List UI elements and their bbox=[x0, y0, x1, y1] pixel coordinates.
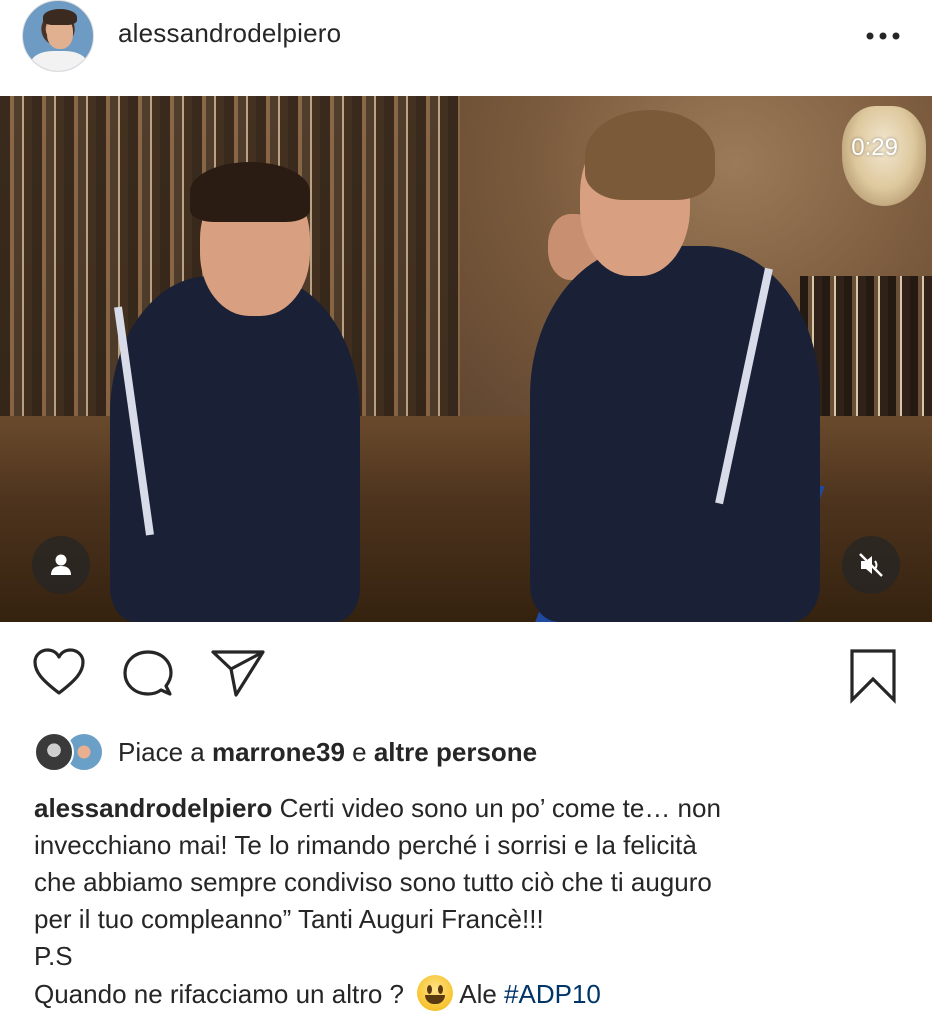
caption-username[interactable]: alessandrodelpiero bbox=[34, 793, 272, 823]
caption-line: per il tuo compleanno” Tanti Auguri Fran… bbox=[34, 904, 544, 934]
video-timer: 0:29 bbox=[851, 134, 898, 161]
profile-avatar[interactable] bbox=[22, 0, 94, 72]
user-tag-button[interactable] bbox=[32, 536, 90, 594]
video-hair-left bbox=[190, 162, 310, 222]
smiley-emoji-icon bbox=[417, 975, 454, 1011]
likes-prefix: Piace a bbox=[118, 736, 212, 767]
liker-avatar bbox=[34, 732, 74, 772]
avatar-shirt bbox=[31, 51, 87, 71]
send-icon[interactable] bbox=[210, 648, 266, 703]
caption-line: che abbiamo sempre condiviso sono tutto … bbox=[34, 867, 712, 897]
more-horizontal-icon[interactable] bbox=[866, 22, 900, 42]
likes-text: Piace a marrone39 e altre persone bbox=[118, 737, 537, 768]
avatar-hair bbox=[43, 9, 77, 25]
caption-text: Certi video sono un po’ come te… non bbox=[272, 793, 721, 823]
video-hair-right bbox=[585, 110, 715, 200]
caption-line: invecchiano mai! Te lo rimando perché i … bbox=[34, 830, 697, 860]
likes-row[interactable]: Piace a marrone39 e altre persone bbox=[34, 730, 537, 774]
video-person-right bbox=[530, 246, 820, 622]
post-caption: alessandrodelpiero Certi video sono un p… bbox=[34, 790, 914, 1013]
mute-button[interactable] bbox=[842, 536, 900, 594]
caption-sign: Ale bbox=[459, 979, 505, 1009]
user-tag-icon bbox=[51, 554, 71, 575]
caption-text: Quando ne rifacciamo un altro ? bbox=[34, 979, 404, 1009]
hashtag-link[interactable]: #ADP10 bbox=[504, 979, 601, 1009]
likes-user[interactable]: marrone39 bbox=[212, 737, 345, 767]
bookmark-icon[interactable] bbox=[848, 648, 898, 709]
heart-icon[interactable] bbox=[32, 648, 86, 703]
likes-middle: e bbox=[344, 736, 374, 767]
caption-line: P.S bbox=[34, 941, 73, 971]
liker-avatars bbox=[34, 732, 104, 772]
volume-muted-icon bbox=[859, 553, 883, 577]
post-header: alessandrodelpiero bbox=[0, 0, 932, 96]
post-username[interactable]: alessandrodelpiero bbox=[118, 18, 341, 49]
likes-others[interactable]: altre persone bbox=[374, 737, 537, 767]
comment-icon[interactable] bbox=[122, 648, 174, 705]
post-video[interactable]: 0:29 bbox=[0, 96, 932, 622]
caption-line: alessandrodelpiero Certi video sono un p… bbox=[34, 790, 914, 827]
caption-line: Quando ne rifacciamo un altro ? Ale #ADP… bbox=[34, 975, 914, 1013]
post-action-bar bbox=[0, 622, 932, 726]
video-person-left bbox=[110, 276, 360, 622]
